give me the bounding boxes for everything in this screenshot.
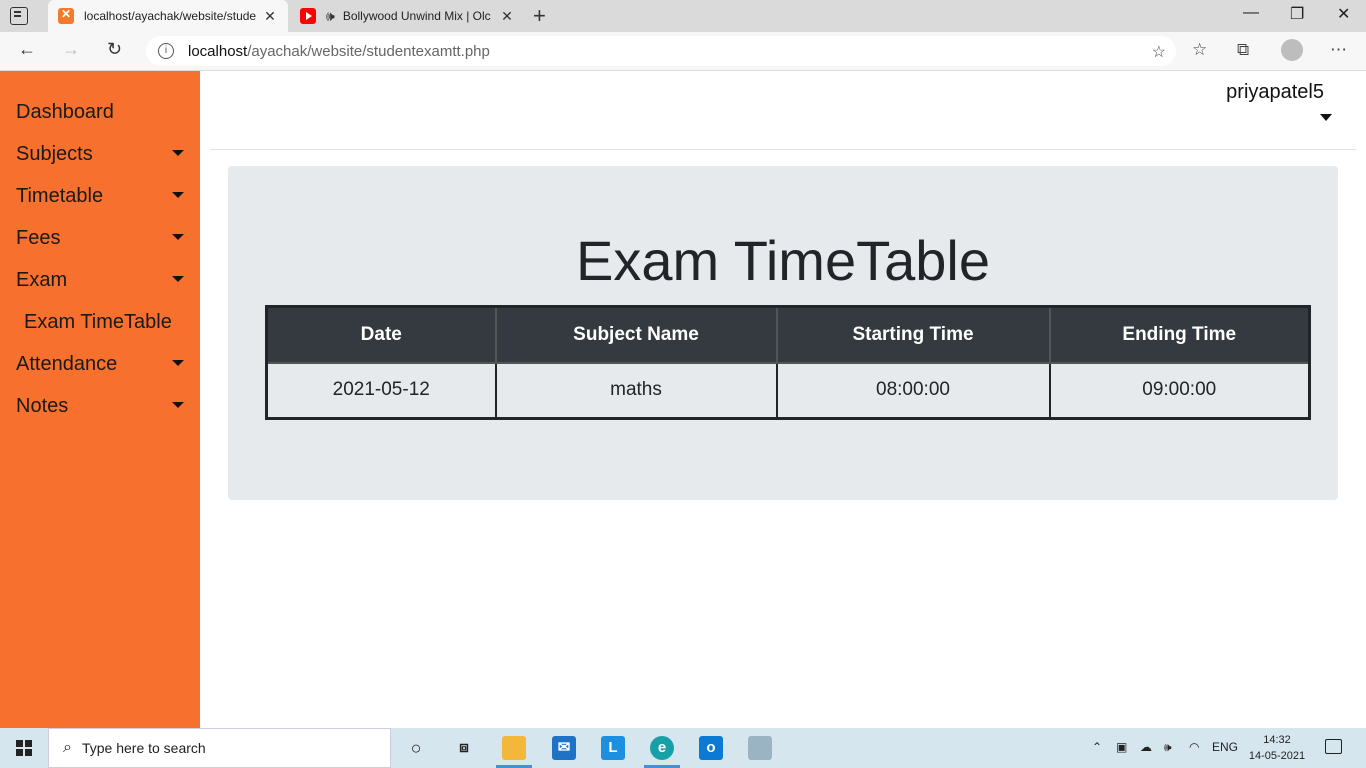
sidebar-item-exam[interactable]: Exam xyxy=(16,265,186,295)
window-close-icon[interactable]: ✕ xyxy=(1337,4,1350,24)
cortana-icon[interactable]: ○ xyxy=(404,736,428,760)
column-header: Subject Name xyxy=(494,305,778,364)
tab-localhost[interactable]: localhost/ayachak/website/stude ✕ xyxy=(48,0,288,32)
favorites-icon[interactable]: ☆ xyxy=(1192,40,1207,60)
clock-date: 14-05-2021 xyxy=(1248,750,1306,762)
chevron-up-icon[interactable]: ⌃ xyxy=(1092,740,1102,754)
caret-down-icon xyxy=(172,150,184,156)
mail-icon[interactable]: ✉ xyxy=(552,736,576,760)
sidebar-item-label: Fees xyxy=(16,227,61,249)
add-favorite-icon[interactable]: ☆ xyxy=(1152,42,1166,62)
user-menu[interactable]: priyapatel5 xyxy=(1226,81,1324,104)
sidebar-item-attendance[interactable]: Attendance xyxy=(16,349,186,379)
file-explorer-icon[interactable] xyxy=(502,736,526,760)
column-header: Date xyxy=(265,305,497,364)
forward-icon[interactable]: → xyxy=(62,39,80,60)
sidebar-item-notes[interactable]: Notes xyxy=(16,391,186,421)
column-header: Ending Time xyxy=(1048,305,1311,364)
sidebar-item-label: Subjects xyxy=(16,143,93,165)
l-app-icon[interactable]: L xyxy=(601,736,625,760)
caret-down-icon xyxy=(172,276,184,282)
tab-title: localhost/ayachak/website/stude xyxy=(84,9,257,23)
edge-icon[interactable]: e xyxy=(650,736,674,760)
xampp-icon xyxy=(58,7,74,24)
store-icon[interactable]: o xyxy=(699,736,723,760)
url-path: /ayachak/website/studentexamtt.php xyxy=(247,42,490,60)
sidebar-item-timetable[interactable]: Timetable xyxy=(16,181,186,211)
profile-avatar[interactable] xyxy=(1281,39,1303,61)
date-cell: 2021-05-12 xyxy=(265,361,497,420)
sidebar-item-label: Notes xyxy=(16,395,69,417)
browser-tab-strip: localhost/ayachak/website/stude ✕ 🕪 Boll… xyxy=(0,0,1366,32)
sidebar-item-exam-timetable[interactable]: Exam TimeTable xyxy=(24,307,194,337)
back-icon[interactable]: ← xyxy=(18,39,36,60)
caret-down-icon xyxy=(172,360,184,366)
caret-down-icon xyxy=(172,402,184,408)
meet-now-icon[interactable]: ▣ xyxy=(1116,740,1127,754)
address-bar[interactable]: i localhost/ayachak/website/studentexamt… xyxy=(146,36,1176,66)
windows-taskbar: ⌕ Type here to search ○ ⧈ ✉ L e o ⌃ ▣ ☁ … xyxy=(0,728,1366,768)
sidebar-item-label: Exam TimeTable xyxy=(24,311,172,333)
sidebar-item-label: Timetable xyxy=(16,185,104,207)
sidebar-item-fees[interactable]: Fees xyxy=(16,223,186,253)
onedrive-icon[interactable]: ☁ xyxy=(1140,740,1152,754)
sidebar-item-label: Attendance xyxy=(16,353,118,375)
sidebar-item-label: Dashboard xyxy=(16,101,114,123)
table-row: 2021-05-12 maths 08:00:00 09:00:00 xyxy=(265,361,1311,420)
taskbar-search[interactable]: ⌕ Type here to search xyxy=(48,728,391,768)
end-time-cell: 09:00:00 xyxy=(1048,361,1311,420)
sidebar-item-subjects[interactable]: Subjects xyxy=(16,139,186,169)
exam-timetable-table: Date Subject Name Starting Time Ending T… xyxy=(265,305,1311,420)
collections-icon[interactable]: ⧉ xyxy=(1237,40,1249,60)
task-view-icon[interactable]: ⧈ xyxy=(452,736,476,760)
taskbar-clock[interactable]: 14:32 14-05-2021 xyxy=(1240,732,1314,764)
url-host: localhost xyxy=(188,42,248,60)
more-menu-icon[interactable]: ⋯ xyxy=(1330,40,1347,60)
subject-cell: maths xyxy=(494,361,778,420)
column-header: Starting Time xyxy=(775,305,1051,364)
restore-icon[interactable]: ❐ xyxy=(1290,4,1304,24)
start-time-cell: 08:00:00 xyxy=(775,361,1051,420)
new-tab-icon[interactable]: + xyxy=(533,3,546,29)
address-toolbar: ← → ↻ i localhost/ayachak/website/studen… xyxy=(0,32,1366,71)
caret-down-icon[interactable] xyxy=(1320,114,1332,121)
sidebar-item-label: Exam xyxy=(16,269,68,291)
sidebar-item-dashboard[interactable]: Dashboard xyxy=(16,97,186,127)
speaker-icon[interactable]: 🕪 xyxy=(326,8,335,25)
notification-icon[interactable] xyxy=(1325,739,1342,754)
sidebar: Dashboard Subjects Timetable Fees Exam E… xyxy=(0,71,200,728)
volume-icon[interactable]: 🕪 xyxy=(1164,740,1172,755)
tab-youtube[interactable]: 🕪 Bollywood Unwind Mix | Olc ✕ xyxy=(290,0,525,32)
table-header-row: Date Subject Name Starting Time Ending T… xyxy=(265,305,1311,364)
clock-time: 14:32 xyxy=(1263,734,1291,746)
minimize-icon[interactable]: — xyxy=(1243,4,1259,22)
search-placeholder: Type here to search xyxy=(81,740,206,756)
youtube-icon xyxy=(300,8,316,24)
caret-down-icon xyxy=(172,192,184,198)
info-icon[interactable]: i xyxy=(158,43,174,59)
close-tab-icon[interactable]: ✕ xyxy=(260,8,280,25)
language-indicator[interactable]: ENG xyxy=(1212,740,1238,754)
header-divider xyxy=(210,149,1356,150)
tab-actions-icon[interactable] xyxy=(10,7,28,25)
exam-timetable-card: Exam TimeTable Date Subject Name Startin… xyxy=(228,166,1338,500)
wifi-icon[interactable]: ◠ xyxy=(1189,740,1199,754)
windows-start-icon[interactable] xyxy=(16,740,32,756)
caret-down-icon xyxy=(172,234,184,240)
page-title: Exam TimeTable xyxy=(576,229,990,292)
search-icon: ⌕ xyxy=(63,739,72,756)
page-header: priyapatel5 xyxy=(200,71,1366,149)
tab-title: Bollywood Unwind Mix | Olc xyxy=(342,9,491,23)
refresh-icon[interactable]: ↻ xyxy=(107,39,122,60)
close-tab-icon[interactable]: ✕ xyxy=(497,8,517,25)
notepad-icon[interactable] xyxy=(748,736,772,760)
